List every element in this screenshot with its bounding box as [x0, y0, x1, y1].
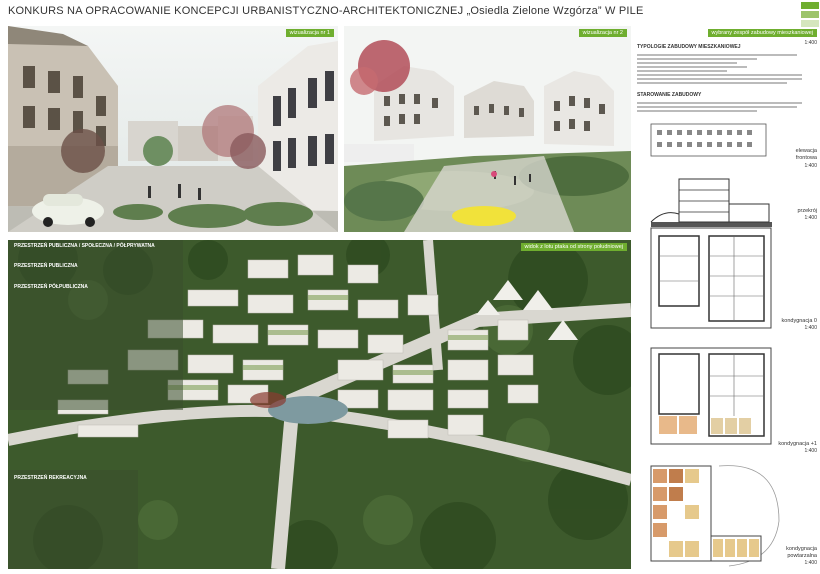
visualization-2: wizualizacja nr 2 [344, 26, 631, 232]
section-drawing [650, 178, 772, 227]
typology-tag: wybrany zespół zabudowy mieszkaniowej [707, 29, 817, 37]
front-elevation-drawing [650, 123, 767, 157]
drawing-scale-2: 1:400 [804, 325, 817, 331]
aerial-heading-3: PRZESTRZEŃ PÓŁPUBLICZNA [14, 284, 88, 291]
aerial-text-top: PRZESTRZEŃ PUBLICZNA / SPOŁECZNA / PÓŁPR… [14, 243, 174, 291]
drawing-caption-1: przekrój [797, 208, 817, 214]
drawing-scale-0: 1:400 [804, 163, 817, 169]
title-suffix: W PILE [605, 5, 644, 17]
drawing-scale-3: 1:400 [804, 448, 817, 454]
typology-text-lines-2 [637, 100, 807, 114]
deco-bar-1 [801, 2, 819, 9]
floor-0-plan [650, 227, 772, 329]
title-quote: „Osiedla Zielone Wzgórza” [466, 5, 602, 17]
typology-text-lines [637, 52, 807, 86]
visualization-1: wizualizacja nr 1 [8, 26, 338, 232]
aerial-heading-1: PRZESTRZEŃ PUBLICZNA / SPOŁECZNA / PÓŁPR… [14, 243, 155, 249]
visualization-1-image [8, 26, 338, 232]
drawing-caption-3: kondygnacja +1 [778, 441, 817, 447]
title-prefix: KONKURS NA OPRACOWANIE KONCEPCJI URBANIS… [8, 5, 464, 17]
visualization-1-tag: wizualizacja nr 1 [285, 29, 334, 37]
visualization-2-tag: wizualizacja nr 2 [578, 29, 627, 37]
visualization-2-image [344, 26, 631, 232]
typology-heading: TYPOLOGIE ZABUDOWY MIESZKANIOWEJ [637, 44, 741, 50]
drawing-scale-4: 1:400 [804, 560, 817, 566]
drawing-caption-2: kondygnacja 0 [781, 318, 817, 324]
aerial-view: widok z lotu ptaka od strony południowej… [8, 240, 631, 569]
page-title: KONKURS NA OPRACOWANIE KONCEPCJI URBANIS… [8, 5, 644, 17]
typology-panel: wybrany zespół zabudowy mieszkaniowej 1:… [637, 26, 817, 571]
typology-heading-2: STAROWANIE ZABUDOWY [637, 92, 702, 98]
aerial-heading-4: PRZESTRZEŃ REKREACYJNA [14, 475, 87, 481]
aerial-heading-2: PRZESTRZEŃ PUBLICZNA [14, 262, 78, 269]
typology-scale: 1:400 [804, 40, 817, 46]
floor-1-plan [650, 347, 772, 445]
aerial-text-bottom: PRZESTRZEŃ REKREACYJNA [14, 475, 134, 482]
drawing-caption-4: kondygnacja powtarzalna [786, 546, 817, 559]
drawing-scale-1: 1:400 [804, 215, 817, 221]
drawing-caption-0: elewacja frontowa [795, 148, 817, 161]
aerial-view-tag: widok z lotu ptaka od strony południowej [520, 243, 627, 251]
deco-bar-2 [801, 11, 819, 18]
